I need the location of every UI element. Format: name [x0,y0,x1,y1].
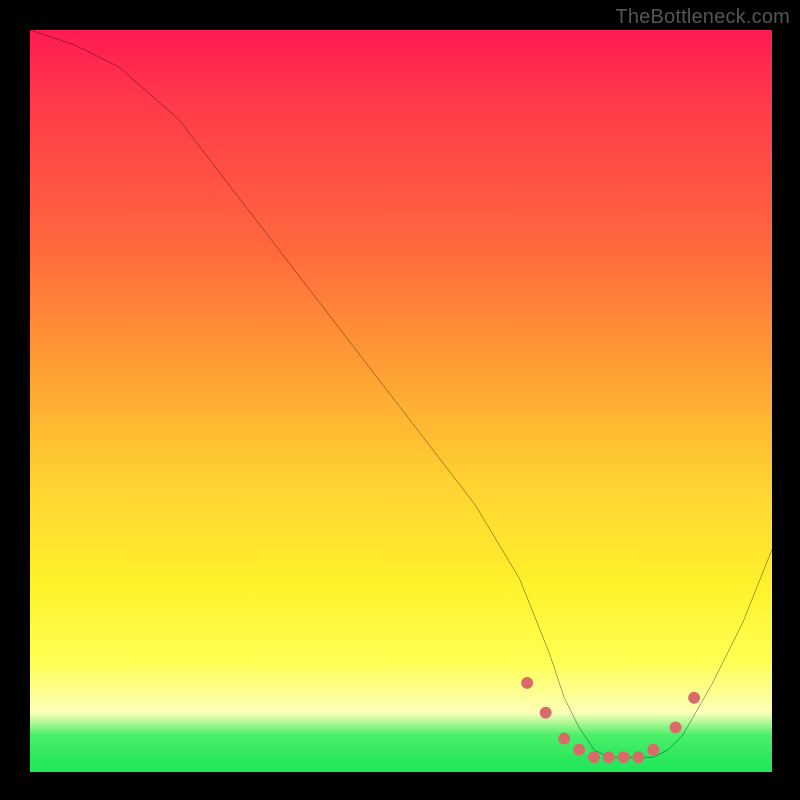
chart-stage: TheBottleneck.com [0,0,800,800]
marker-dot [618,751,630,763]
marker-dot [688,692,700,704]
bottleneck-curve-path [30,30,772,757]
marker-dot [588,751,600,763]
marker-dot [573,744,585,756]
watermark-text: TheBottleneck.com [615,6,790,29]
marker-dot [558,733,570,745]
marker-dot [540,707,552,719]
marker-dot [521,677,533,689]
marker-dot [647,744,659,756]
curve-group [30,30,772,757]
marker-dot [670,722,682,734]
chart-svg [30,30,772,772]
marker-dot [603,751,615,763]
marker-dot [633,751,645,763]
optimal-range-dots [521,677,700,763]
plot-area [30,30,772,772]
